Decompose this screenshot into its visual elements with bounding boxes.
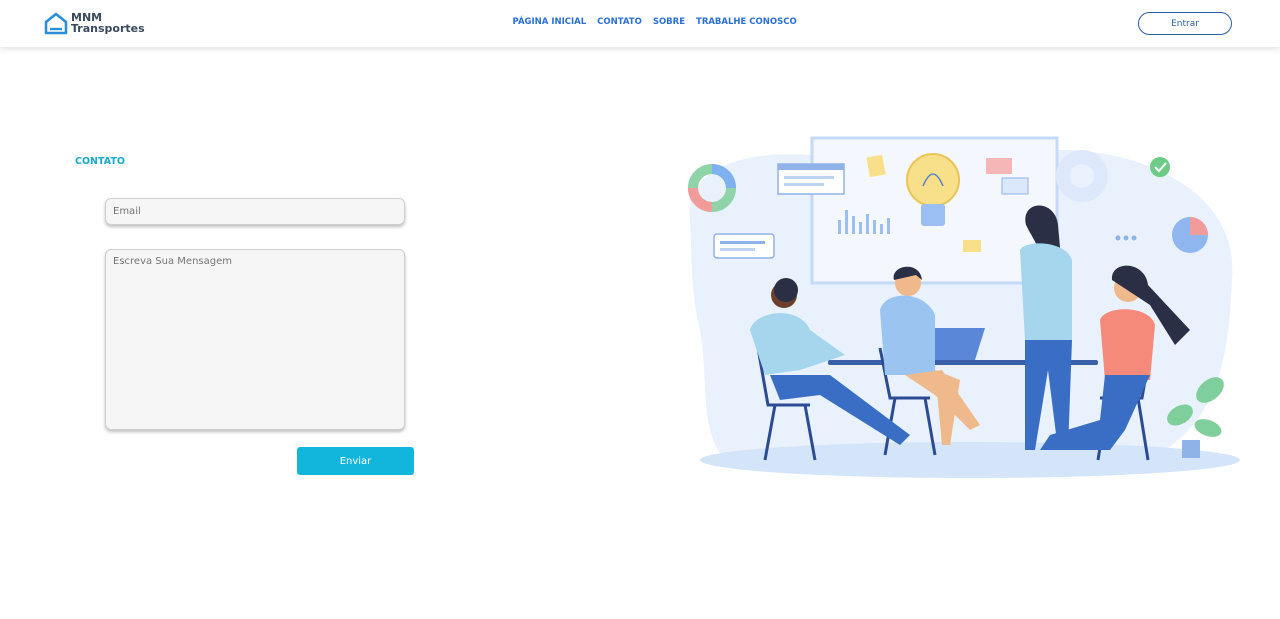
message-field[interactable] xyxy=(105,249,405,430)
nav-item-careers[interactable]: TRABALHE CONOSCO xyxy=(696,17,797,27)
login-button[interactable]: Entrar xyxy=(1138,12,1232,35)
nav-item-contact[interactable]: CONTATO xyxy=(597,17,642,27)
contact-title: CONTATO xyxy=(75,156,125,167)
logo[interactable]: MNM Transportes xyxy=(44,11,145,35)
team-meeting-illustration xyxy=(688,136,1240,478)
email-field[interactable] xyxy=(105,198,405,225)
house-logo-icon xyxy=(44,12,68,35)
main-nav: PÁGINA INICIAL CONTATO SOBRE TRABALHE CO… xyxy=(507,17,802,27)
nav-item-about[interactable]: SOBRE xyxy=(653,17,685,27)
brand-name-line2: Transportes xyxy=(71,22,145,35)
header: MNM Transportes PÁGINA INICIAL CONTATO S… xyxy=(0,0,1280,47)
nav-item-home[interactable]: PÁGINA INICIAL xyxy=(513,17,587,27)
send-button[interactable]: Enviar xyxy=(297,447,414,475)
